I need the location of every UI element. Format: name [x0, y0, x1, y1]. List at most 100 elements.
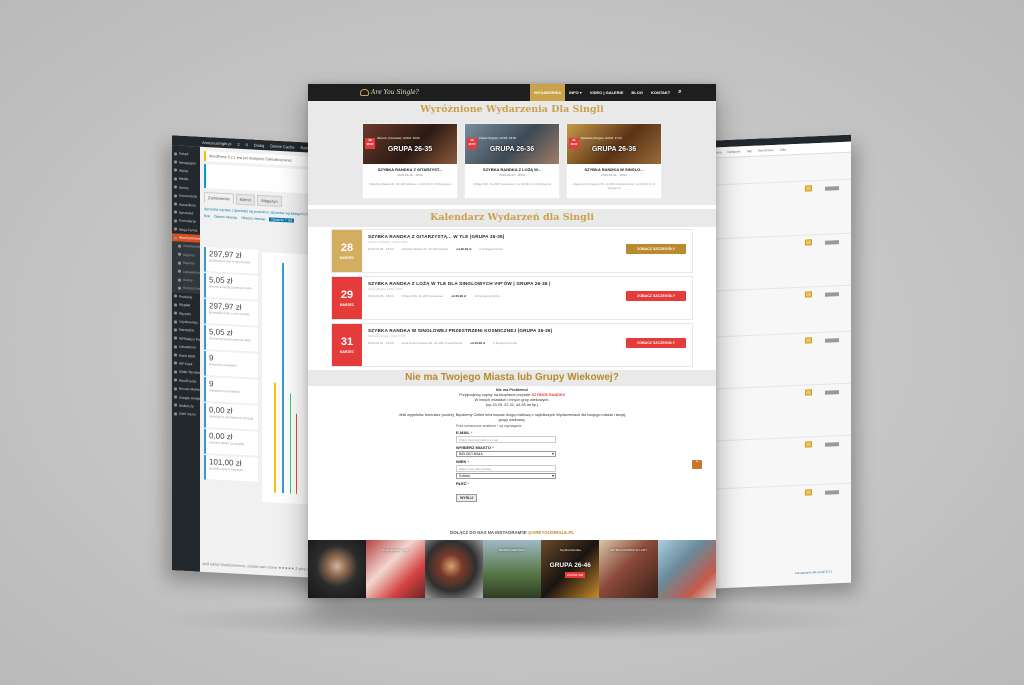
menu-icon	[174, 345, 177, 349]
event-details-button[interactable]: ZOBACZ SZCZEGÓŁY	[626, 244, 686, 254]
event-seats: 12 Dostępna liczba	[474, 293, 500, 298]
nav-item[interactable]: KONTAKT	[647, 84, 674, 101]
sidebar-item-label: Kupony	[183, 252, 195, 258]
table-row[interactable]	[695, 382, 851, 396]
admin-bar-item[interactable]: 2	[237, 141, 239, 146]
column-header[interactable]: Wyróżnione	[758, 148, 774, 153]
range-link[interactable]: Ostatnie 7 dni	[269, 217, 295, 223]
event-group-label: GRUPA 26-36	[591, 146, 637, 153]
event-day: 28	[340, 241, 354, 254]
featured-event-card[interactable]: 31 MAR Niedziela (Singiel), GODZ. 17:00 GR…	[566, 123, 662, 199]
column-header[interactable]: Data	[780, 147, 786, 151]
event-details-button[interactable]: ZOBACZ SZCZEGÓŁY	[626, 291, 686, 301]
sidebar-item-label: Accordions	[179, 202, 196, 208]
row-action-bar	[825, 292, 839, 297]
sex-label-text: PŁEĆ	[456, 481, 467, 486]
admin-bar-item[interactable]: Ameyousingle.pl	[202, 139, 231, 146]
instagram-photo[interactable]	[657, 540, 716, 598]
instagram-photo[interactable]: SZYBKA RANDKA W LOŻY	[599, 540, 658, 598]
nav-item[interactable]: BLOG	[627, 84, 647, 101]
range-link[interactable]: Rok	[204, 214, 210, 218]
column-header[interactable]: Tagi	[746, 149, 752, 153]
instagram-photo[interactable]: Twój pierwszy krok	[366, 540, 425, 598]
menu-icon	[178, 252, 181, 257]
event-meta: Gliwicka Walów 20, 44-100 Gliwice | od 3…	[369, 182, 451, 186]
sex-select[interactable]: Kobieta	[456, 473, 556, 479]
report-tab[interactable]: Magazyn	[257, 194, 282, 208]
report-tab[interactable]: Klienci	[235, 193, 256, 206]
sidebar-item-label: MailerLite	[179, 403, 194, 409]
nav-item[interactable]: WYDARZENIA	[530, 84, 566, 101]
event-meta: 2019-03-31 - 18:00 Aleja Armii Krajowej 6…	[368, 341, 583, 345]
event-name[interactable]: SZYBKA RANDKA Z GITARZYST...	[363, 164, 457, 172]
event-name[interactable]: SZYBKA RANDKA Z LOŻĄ W...	[465, 164, 559, 172]
table-row[interactable]	[695, 284, 851, 298]
admin-bar-item[interactable]: 0	[246, 142, 248, 147]
event-place: Aleja Armii Krajowej 66, 42-200 Częstoch…	[401, 340, 463, 345]
site-logo[interactable]: Are You Single?	[360, 89, 420, 96]
menu-icon	[178, 286, 181, 290]
event-seats: 6 Dostępna liczba	[479, 246, 504, 251]
event-seats: 6 Dostępna liczba	[493, 340, 518, 345]
row-action-bar	[825, 338, 839, 343]
menu-icon	[174, 202, 177, 206]
menu-icon	[174, 353, 177, 357]
event-date-block: 28 MARZEC	[332, 230, 362, 272]
table-row[interactable]	[695, 178, 851, 192]
range-link[interactable]: Ostatni miesiąc	[214, 214, 237, 219]
table-row[interactable]	[695, 482, 851, 496]
column-header[interactable]: Kategorie	[728, 149, 741, 154]
event-datetime: 2019-03-29 - 18:00	[499, 173, 525, 177]
table-row[interactable]	[695, 232, 851, 246]
table-row[interactable]	[695, 330, 851, 344]
menu-icon	[174, 210, 177, 214]
sidebar-item-label: Envato Market	[179, 386, 200, 392]
admin-bar-item[interactable]: Dodaj	[254, 142, 264, 148]
event-details-button[interactable]: ZOBACZ SZCZEGÓŁY	[626, 338, 686, 348]
sidebar-item-label: Google Analytics	[179, 395, 200, 401]
report-tab[interactable]: Zamówienia	[204, 191, 234, 205]
featured-event-card[interactable]: 28 MAR Wieczór (Czwartek), GODZ. 18:00 GRU…	[362, 123, 458, 199]
scroll-top-icon[interactable]: ⌃	[692, 460, 702, 469]
table-row[interactable]	[695, 434, 851, 448]
nav-item[interactable]: INFO ▾	[565, 84, 586, 101]
featured-event-card[interactable]: 29 MAR Piątek (Singiel), GODZ. 18:00 GRUPA…	[464, 123, 560, 199]
stat-box: 101,00 zł wartość użytych kuponów	[204, 454, 258, 483]
event-name[interactable]: SZYBKA RANDKA W SINGLO...	[567, 164, 661, 172]
age-field[interactable]: Wpisz swój wiek (liczba)	[456, 465, 556, 472]
search-icon[interactable]: ⌕	[674, 84, 685, 101]
instagram-photo[interactable]: BIZNES MEETING	[482, 540, 542, 598]
version-footer: Zarządzanie dla wersji 5.2.1	[795, 569, 833, 576]
menu-icon	[174, 219, 177, 223]
email-field[interactable]: Wpisz tutaj swój adres e-mail	[456, 436, 556, 443]
submit-button[interactable]: WYŚLIJ	[456, 494, 478, 502]
event-title[interactable]: SZYBKA RANDKA W SINGLOWEJ PRZESTRZENI KO…	[368, 328, 578, 334]
sidebar-item-label: Wygląd	[179, 302, 191, 308]
menu-icon	[174, 403, 177, 407]
instagram-photo[interactable]: Szybka Randka GRUPA 26-46 ZAPISZ SIĘ	[541, 540, 600, 598]
sidebar-item-label: Strony	[179, 185, 189, 190]
event-place: Gliwicka Walów 20, 44-100 Gliwice	[401, 246, 449, 251]
range-link[interactable]: Obecny miesiąc	[241, 216, 265, 221]
admin-bar-item[interactable]: Delete Cache	[270, 143, 294, 149]
menu-icon	[174, 303, 177, 307]
sidebar-item[interactable]: Zwiń menu	[172, 409, 200, 419]
instagram-photo[interactable]	[424, 540, 483, 598]
chart-line-red	[296, 413, 297, 494]
event-title[interactable]: SZYBKA RANDKA Z LOŻĄ W TLE DLA SINGLOWYC…	[368, 281, 578, 287]
featured-section: Wyróżnione Wydarzenia Dla Singli 28 MAR W…	[308, 101, 716, 205]
event-meta: 2019-03-29 - 18:00 3 Maja 39A, 41-200 Sos…	[368, 294, 583, 298]
event-date-block: 31 MARZEC	[332, 324, 362, 366]
instagram-photo[interactable]	[308, 540, 367, 598]
event-month: MARZEC	[339, 302, 355, 307]
nav-item[interactable]: VIDEO | GALERIE	[586, 84, 628, 101]
menu-icon	[174, 311, 177, 315]
photo-caption: SZYBKA RANDKA W LOŻY	[609, 548, 648, 552]
instagram-handle-link[interactable]: @AREYOUSINGLE.PL	[528, 530, 574, 535]
menu-icon	[174, 177, 177, 181]
event-meta: 3 Maja 39A, 41-200 Sosnowiec | od 39,99 …	[472, 182, 552, 186]
event-title[interactable]: SZYBKA RANDKA Z GITARZYSTĄ... W TLE |GRU…	[368, 234, 578, 240]
city-select[interactable]: BIELSKO-BIAŁA	[456, 451, 556, 457]
event-datetime: 2019-03-28 - 18:00	[397, 173, 423, 177]
photo-group-label: GRUPA 26-46	[549, 562, 591, 569]
